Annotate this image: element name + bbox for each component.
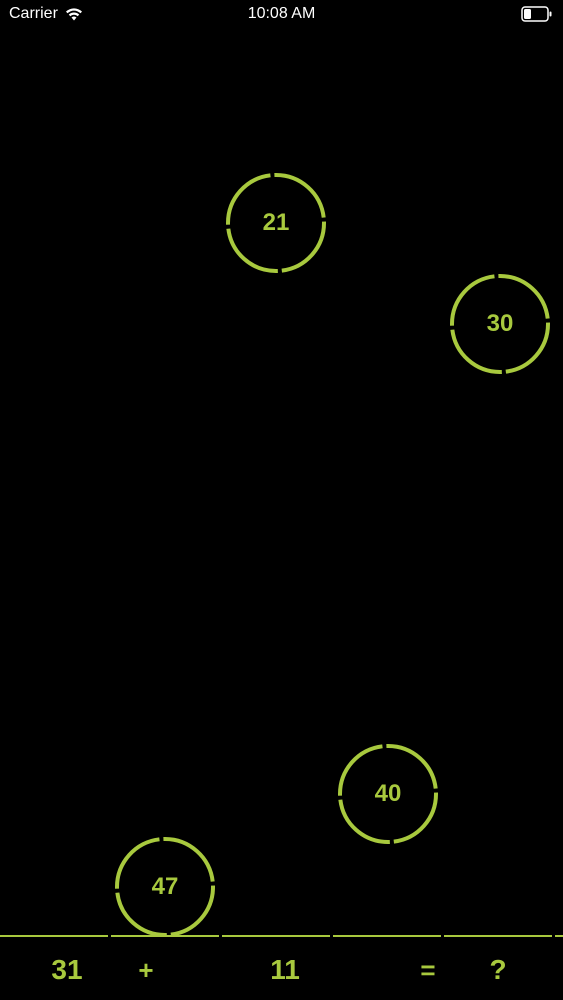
equation-divider — [555, 935, 563, 937]
equation-result: ? — [489, 954, 507, 985]
equation-divider — [222, 935, 330, 937]
number-bubble-21[interactable]: 21 — [225, 172, 327, 274]
equation-operand-1: 31 — [51, 954, 83, 985]
equation-bar: 31 + 11 = ? — [0, 935, 563, 1000]
status-bar: Carrier 10:08 AM — [0, 0, 563, 30]
bubble-value-21: 21 — [262, 209, 290, 236]
equation-operand-2: 11 — [270, 954, 300, 985]
number-bubble-40[interactable]: 40 — [337, 743, 439, 845]
number-bubble-47[interactable]: 47 — [114, 836, 216, 938]
bubble-value-47: 47 — [151, 873, 179, 900]
status-time: 10:08 AM — [247, 5, 316, 22]
equation-operator: + — [138, 955, 154, 985]
equation-equals: = — [420, 955, 436, 985]
equation-divider — [444, 935, 552, 937]
play-area: 21 30 40 47 — [0, 30, 563, 938]
bubble-value-40: 40 — [374, 780, 402, 807]
equation-divider — [111, 935, 219, 937]
number-bubble-30[interactable]: 30 — [449, 273, 551, 375]
equation-divider — [0, 935, 108, 937]
equation-divider — [333, 935, 441, 937]
bubble-value-30: 30 — [486, 310, 514, 337]
battery-icon — [521, 6, 552, 22]
